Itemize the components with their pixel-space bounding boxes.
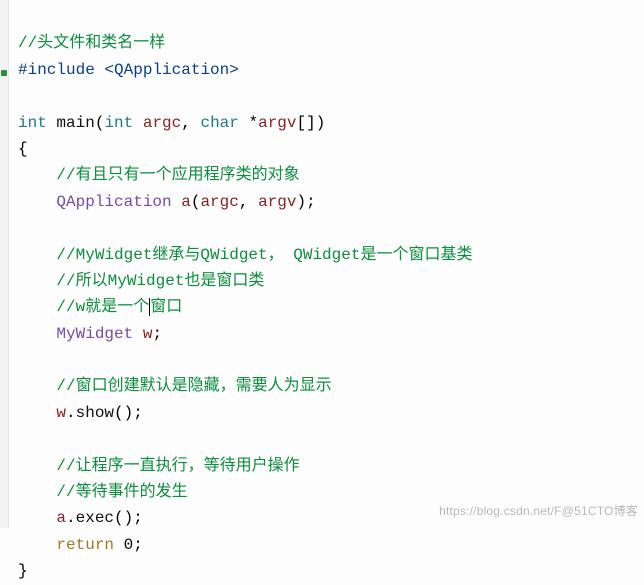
func-main: main: [47, 114, 95, 132]
brace-close: }: [18, 562, 28, 580]
angle-lt: <: [104, 61, 114, 79]
code-line: w.show();: [18, 404, 143, 422]
var-a: a: [181, 193, 191, 211]
comment: //让程序一直执行，等待用户操作: [56, 457, 299, 475]
var-argv: argv: [258, 114, 296, 132]
comment: //w就是一个: [56, 298, 149, 316]
code-line: int main(int argc, char *argv[]): [18, 114, 325, 132]
var-w: w: [56, 404, 66, 422]
keyword-int: int: [104, 114, 133, 132]
keyword-return: return: [56, 536, 114, 554]
keyword-char: char: [200, 114, 238, 132]
code-line: //MyWidget继承与QWidget， QWidget是一个窗口基类: [18, 246, 472, 264]
literal-zero: 0: [124, 536, 134, 554]
comment: //MyWidget继承与QWidget， QWidget是一个窗口基类: [56, 246, 472, 264]
code-line: //窗口创建默认是隐藏，需要人为显示: [18, 377, 332, 395]
code-line: {: [18, 140, 28, 158]
code-line: QApplication a(argc, argv);: [18, 193, 316, 211]
include-header: QApplication: [114, 61, 229, 79]
comment: //窗口创建默认是隐藏，需要人为显示: [56, 377, 331, 395]
code-line: //头文件和类名一样: [18, 34, 165, 52]
comment: //有且只有一个应用程序类的对象: [56, 166, 299, 184]
code-line: //w就是一个窗口: [18, 298, 182, 316]
type-mywidget: MyWidget: [56, 325, 133, 343]
method-exec: exec: [76, 509, 114, 527]
code-line: #include <QApplication>: [18, 61, 239, 79]
code-line: MyWidget w;: [18, 325, 162, 343]
keyword-int: int: [18, 114, 47, 132]
var-w: w: [143, 325, 153, 343]
gutter: [0, 0, 9, 528]
comment: //头文件和类名一样: [18, 34, 165, 52]
comment: //等待事件的发生: [56, 483, 187, 501]
preprocessor: #include: [18, 61, 104, 79]
code-line: }: [18, 562, 28, 580]
code-line: //有且只有一个应用程序类的对象: [18, 166, 300, 184]
code-block: //头文件和类名一样 #include <QApplication> int m…: [0, 0, 644, 585]
gutter-marker: [1, 70, 7, 76]
angle-gt: >: [229, 61, 239, 79]
code-line: return 0;: [18, 536, 143, 554]
comment: //所以MyWidget也是窗口类: [56, 272, 264, 290]
code-line: //等待事件的发生: [18, 483, 188, 501]
type-qapplication: QApplication: [56, 193, 171, 211]
var-argc: argc: [133, 114, 181, 132]
code-line: //让程序一直执行，等待用户操作: [18, 457, 300, 475]
code-line: a.exec();: [18, 509, 143, 527]
brace-open: {: [18, 140, 28, 158]
method-show: show: [76, 404, 114, 422]
var-a: a: [56, 509, 66, 527]
code-line: //所以MyWidget也是窗口类: [18, 272, 264, 290]
